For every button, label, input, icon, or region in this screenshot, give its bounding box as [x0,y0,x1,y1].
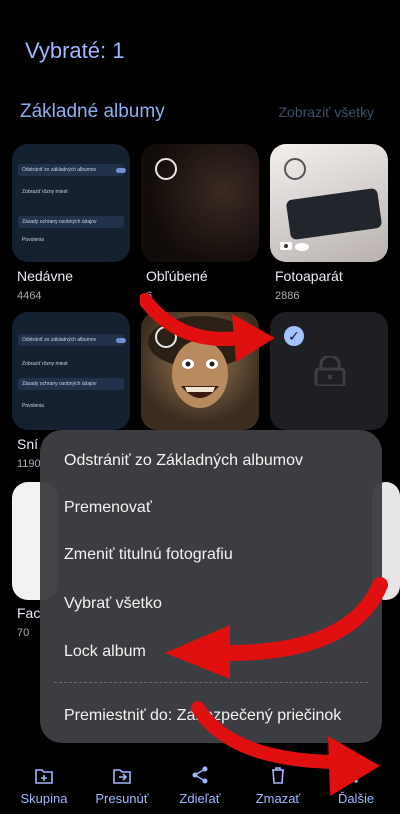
phone-image [285,187,383,241]
thumb-row: Zobraziť rôzny miest [22,189,68,195]
group-button[interactable]: Skupina [4,752,84,808]
share-icon [192,766,208,784]
album-tile-locked[interactable]: ✓ [270,312,388,430]
group-add-icon [35,769,53,784]
toggle-icon [116,168,126,173]
see-all-link[interactable]: Zobraziť všetky [279,104,375,120]
section-title: Základné albumy [20,101,165,122]
delete-label: Zmazať [255,791,301,806]
share-button[interactable]: Zdieľať [160,752,240,808]
checkmark-icon[interactable]: ✓ [284,326,304,346]
move-icon [113,769,131,784]
album-count: 1190 [17,458,41,470]
thumb-row: Odstrániť zo základných albumov [18,164,124,176]
delete-button[interactable]: Zmazať [238,752,318,808]
album-tile-screenshots[interactable]: Odstrániť zo základných albumov Zobraziť… [12,312,130,430]
menu-item-remove[interactable]: Odstrániť zo Základných albumov [64,452,303,470]
thumb-row: Zásady ochrany osobných údajov [18,216,124,228]
context-menu: Odstrániť zo Základných albumov Premenov… [40,430,382,743]
camera-cloud-icon [280,242,309,251]
selection-circle-icon[interactable] [155,158,177,180]
lock-icon [314,356,346,386]
album-count: 70 [17,627,30,639]
album-count: 6 [146,290,153,302]
album-label: Obľúbené [146,268,208,284]
menu-item-lock-album[interactable]: Lock album [64,643,146,661]
move-label: Presunúť [95,791,149,806]
more-label: Ďalšie [337,791,375,806]
album-label: Nedávne [17,268,74,284]
menu-item-move-secure[interactable]: Premiestniť do: Zabezpečený priečinok [64,707,341,725]
delete-icon [272,767,284,784]
thumb-row: Odstrániť zo základných albumov [18,334,124,346]
album-count: 4464 [17,290,42,302]
album-label: Sní [17,436,39,452]
album-tile-camera[interactable] [270,144,388,262]
menu-divider [54,682,368,683]
more-vertical-icon [354,767,358,783]
album-label: Fac [17,605,41,621]
share-label: Zdieľať [179,791,221,806]
group-label: Skupina [20,791,68,806]
album-label: Fotoaparát [275,268,343,284]
header-title: Vybraté: 1 [25,38,125,63]
selection-circle-icon[interactable] [284,158,306,180]
menu-item-rename[interactable]: Premenovať [64,499,152,517]
album-tile-favorites[interactable] [141,144,259,262]
toggle-icon [116,338,126,343]
thumb-row: Zobraziť rôzny miest [22,361,68,367]
thumb-row: Povolenia [22,237,44,243]
album-count: 2886 [275,290,300,302]
album-tile-recent[interactable]: Odstrániť zo základných albumov Zobraziť… [12,144,130,262]
album-tile-portrait[interactable] [141,312,259,430]
move-button[interactable]: Presunúť [82,752,162,808]
more-button[interactable]: Ďalšie [316,752,396,808]
menu-item-select-all[interactable]: Vybrať všetko [64,595,162,613]
selection-circle-icon[interactable] [155,326,177,348]
bottom-action-bar: Skupina Presunúť Zdieľať Zmazať Ďalšie [0,752,400,814]
menu-item-change-cover[interactable]: Zmeniť titulnú fotografiu [64,546,233,564]
thumb-row: Povolenia [22,403,44,409]
thumb-row: Zásady ochrany osobných údajov [18,378,124,390]
